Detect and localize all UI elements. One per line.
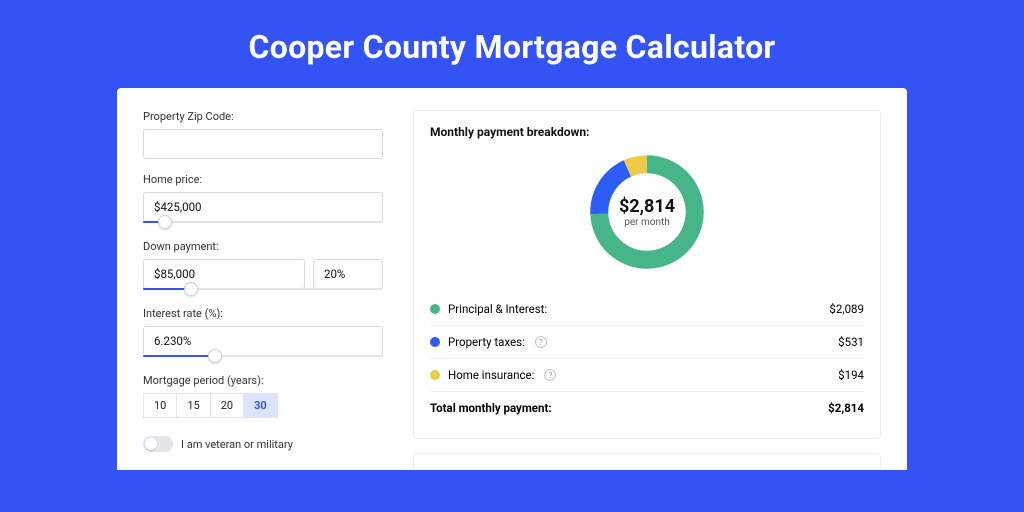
total-row: Total monthly payment: $2,814 xyxy=(430,391,864,424)
slider-thumb[interactable] xyxy=(158,215,172,229)
breakdown-title: Monthly payment breakdown: xyxy=(430,125,864,139)
breakdown-section: Monthly payment breakdown: $2,814 per mo… xyxy=(413,110,881,439)
price-input[interactable] xyxy=(143,192,383,222)
price-slider[interactable] xyxy=(143,222,383,226)
slider-thumb[interactable] xyxy=(184,282,198,296)
veteran-row: I am veteran or military xyxy=(143,436,383,452)
period-field: Mortgage period (years): 10152030 xyxy=(143,374,383,418)
period-10[interactable]: 10 xyxy=(143,393,176,418)
rate-field: Interest rate (%): xyxy=(143,307,383,360)
down-amount-input[interactable] xyxy=(143,259,305,289)
slider-thumb[interactable] xyxy=(208,349,222,363)
period-20[interactable]: 20 xyxy=(210,393,243,418)
period-label: Mortgage period (years): xyxy=(143,374,383,387)
amort-title: Amortization for mortgage loan xyxy=(430,468,864,470)
donut-total: $2,814 xyxy=(619,196,675,217)
total-label: Total monthly payment: xyxy=(430,401,552,415)
inputs-panel: Property Zip Code: Home price: Down paym… xyxy=(143,110,383,470)
rate-label: Interest rate (%): xyxy=(143,307,383,320)
period-15[interactable]: 15 xyxy=(176,393,209,418)
down-slider[interactable] xyxy=(143,289,383,293)
blue-swatch xyxy=(430,337,440,347)
help-icon[interactable]: ? xyxy=(535,336,547,348)
breakdown-label: Principal & Interest: xyxy=(448,302,547,316)
total-value: $2,814 xyxy=(828,401,864,415)
down-pct-input[interactable] xyxy=(313,259,383,289)
breakdown-value: $194 xyxy=(838,368,864,382)
page-title: Cooper County Mortgage Calculator xyxy=(0,0,1024,88)
breakdown-row: Principal & Interest: $2,089 xyxy=(430,293,864,325)
breakdown-value: $2,089 xyxy=(829,302,864,316)
green-swatch xyxy=(430,304,440,314)
breakdown-row: Property taxes:? $531 xyxy=(430,325,864,358)
donut-wrap: $2,814 per month xyxy=(430,149,864,275)
price-field: Home price: xyxy=(143,173,383,226)
help-icon[interactable]: ? xyxy=(544,369,556,381)
breakdown-label: Property taxes: xyxy=(448,335,525,349)
zip-field: Property Zip Code: xyxy=(143,110,383,159)
breakdown-value: $531 xyxy=(838,335,864,349)
results-panel: Monthly payment breakdown: $2,814 per mo… xyxy=(413,110,881,470)
rate-slider[interactable] xyxy=(143,356,383,360)
rate-input[interactable] xyxy=(143,326,383,356)
down-field: Down payment: xyxy=(143,240,383,293)
donut-sub: per month xyxy=(624,217,670,228)
breakdown-rows: Principal & Interest: $2,089 Property taxe… xyxy=(430,293,864,391)
breakdown-row: Home insurance:? $194 xyxy=(430,358,864,391)
payment-donut-chart: $2,814 per month xyxy=(584,149,710,275)
price-label: Home price: xyxy=(143,173,383,186)
calculator-card: Property Zip Code: Home price: Down paym… xyxy=(117,88,907,470)
period-group: 10152030 xyxy=(143,393,383,418)
yellow-swatch xyxy=(430,370,440,380)
zip-input[interactable] xyxy=(143,129,383,159)
breakdown-label: Home insurance: xyxy=(448,368,534,382)
period-30[interactable]: 30 xyxy=(243,393,278,418)
veteran-toggle[interactable] xyxy=(143,436,173,452)
down-label: Down payment: xyxy=(143,240,383,253)
veteran-label: I am veteran or military xyxy=(181,438,293,451)
zip-label: Property Zip Code: xyxy=(143,110,383,123)
amortization-section: Amortization for mortgage loan Amortizat… xyxy=(413,453,881,470)
